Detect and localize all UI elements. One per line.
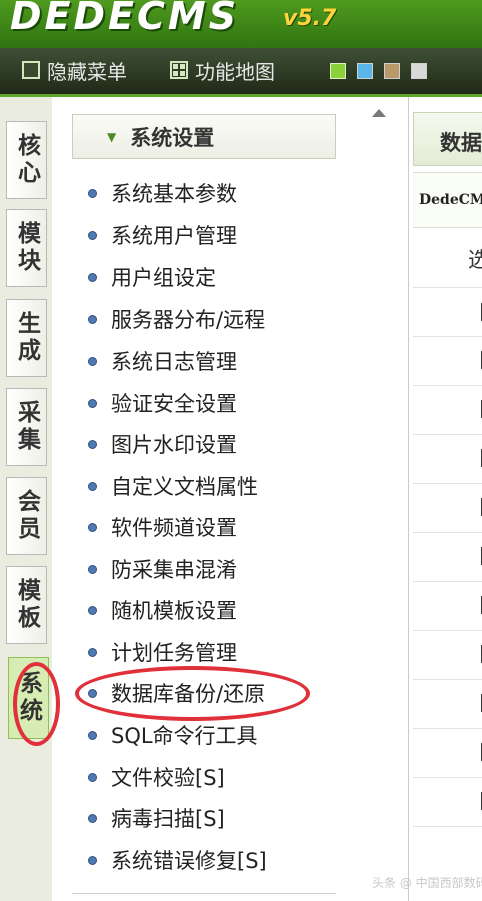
watermark: 头条 @ 中国西部数码: [372, 876, 482, 890]
site-map-label: 功能地图: [195, 59, 275, 84]
menu-item-label: 系统日志管理: [111, 350, 237, 374]
hide-menu-label: 隐藏菜单: [47, 59, 127, 84]
menu-item-scheduled-tasks[interactable]: 计划任务管理: [88, 636, 237, 668]
menu-item-label: 系统基本参数: [111, 182, 237, 206]
hide-menu-icon: [22, 61, 40, 79]
tab-modules[interactable]: 模块: [6, 209, 47, 287]
theme-swatch-brown[interactable]: [384, 63, 400, 79]
menu-item-anti-collect[interactable]: 防采集串混淆: [88, 553, 237, 585]
menu-item-user-groups[interactable]: 用户组设定: [88, 261, 216, 293]
section-header-system-settings[interactable]: ▼ 系统设置: [72, 114, 336, 159]
table-row: [413, 581, 482, 582]
table-row: [413, 385, 482, 386]
bullet-icon: [88, 188, 97, 198]
bullet-icon: [88, 439, 97, 449]
table-row: [413, 728, 482, 729]
bullet-icon: [88, 855, 97, 865]
tab-generate[interactable]: 生成: [6, 299, 47, 377]
menu-item-doc-attrs[interactable]: 自定义文档属性: [88, 470, 258, 502]
menu-item-sql-tool[interactable]: SQL命令行工具: [88, 719, 258, 751]
menu-item-label: 用户组设定: [111, 266, 216, 290]
menu-item-label: 系统错误修复[S]: [111, 849, 267, 873]
table-row: [413, 336, 482, 337]
bullet-icon: [88, 647, 97, 657]
menu-divider: [72, 893, 336, 894]
theme-swatch-gray[interactable]: [411, 63, 427, 79]
app-header: DEDECMS v5.7: [0, 0, 482, 48]
menu-item-security[interactable]: 验证安全设置: [88, 387, 237, 419]
menu-item-label: 随机模板设置: [111, 599, 237, 623]
menu-item-random-template[interactable]: 随机模板设置: [88, 594, 237, 626]
table-row: [413, 630, 482, 631]
menu-item-software-channel[interactable]: 软件频道设置: [88, 511, 237, 543]
table-row: [413, 679, 482, 680]
menu-item-label: 图片水印设置: [111, 433, 237, 457]
menu-item-server-dist[interactable]: 服务器分布/远程: [88, 303, 265, 335]
table-row: [413, 826, 482, 827]
table-row: [413, 483, 482, 484]
red-annotation-circle-tab: [13, 662, 60, 746]
scroll-up-arrow-icon[interactable]: [372, 109, 386, 117]
bullet-icon: [88, 730, 97, 740]
menu-item-label: SQL命令行工具: [111, 724, 258, 748]
bullet-icon: [88, 356, 97, 366]
left-tab-bar: 核心 模块 生成 采集 会员 模板 系统: [0, 97, 53, 901]
menu-item-label: 软件频道设置: [111, 516, 237, 540]
theme-swatch-green[interactable]: [330, 63, 346, 79]
dedecms-logo: DEDECMS: [10, 0, 240, 38]
vertical-scrollbar[interactable]: [352, 97, 409, 901]
menu-item-error-repair[interactable]: 系统错误修复[S]: [88, 844, 267, 876]
grid-map-icon: [170, 61, 188, 79]
menu-item-label: 验证安全设置: [111, 392, 237, 416]
bullet-icon: [88, 314, 97, 324]
menu-item-virus-scan[interactable]: 病毒扫描[S]: [88, 802, 225, 834]
site-map-button[interactable]: 功能地图: [170, 57, 275, 84]
menu-item-label: 病毒扫描[S]: [111, 807, 225, 831]
section-title: 系统设置: [130, 125, 215, 150]
menu-item-basic-params[interactable]: 系统基本参数: [88, 177, 237, 209]
table-row: [413, 287, 482, 288]
menu-item-watermark[interactable]: 图片水印设置: [88, 428, 237, 460]
hide-menu-button[interactable]: 隐藏菜单: [22, 57, 127, 84]
table-row: [413, 532, 482, 533]
menu-panel: ▼ 系统设置 系统基本参数 系统用户管理 用户组设定 服务器分布/远程 系统日志…: [52, 97, 353, 901]
content-subtitle: DedeCM: [413, 172, 482, 227]
tab-collect[interactable]: 采集: [6, 388, 47, 466]
tab-core[interactable]: 核心: [6, 121, 47, 199]
triangle-down-icon: ▼: [107, 129, 117, 144]
bullet-icon: [88, 813, 97, 823]
theme-swatch-blue[interactable]: [357, 63, 373, 79]
toolbar: 隐藏菜单 功能地图: [0, 48, 482, 97]
menu-item-label: 服务器分布/远程: [111, 308, 266, 332]
bullet-icon: [88, 605, 97, 615]
content-select-cell: 选: [413, 227, 482, 287]
main-content: 数据 DedeCM 选: [409, 97, 482, 901]
red-annotation-circle-menu: [75, 666, 310, 721]
menu-item-system-log[interactable]: 系统日志管理: [88, 345, 237, 377]
table-row: [413, 777, 482, 778]
menu-item-label: 文件校验[S]: [111, 766, 225, 790]
menu-item-label: 计划任务管理: [111, 641, 237, 665]
bullet-icon: [88, 272, 97, 282]
bullet-icon: [88, 230, 97, 240]
bullet-icon: [88, 772, 97, 782]
menu-item-label: 防采集串混淆: [111, 558, 237, 582]
bullet-icon: [88, 522, 97, 532]
tab-templates[interactable]: 模板: [6, 566, 47, 644]
menu-item-file-check[interactable]: 文件校验[S]: [88, 761, 225, 793]
menu-item-user-manage[interactable]: 系统用户管理: [88, 219, 237, 251]
menu-item-label: 系统用户管理: [111, 224, 237, 248]
tab-members[interactable]: 会员: [6, 477, 47, 555]
bullet-icon: [88, 398, 97, 408]
menu-item-label: 自定义文档属性: [111, 475, 258, 499]
table-row: [413, 434, 482, 435]
content-tab[interactable]: 数据: [413, 112, 482, 166]
bullet-icon: [88, 564, 97, 574]
bullet-icon: [88, 481, 97, 491]
version-label: v5.7: [283, 6, 337, 31]
